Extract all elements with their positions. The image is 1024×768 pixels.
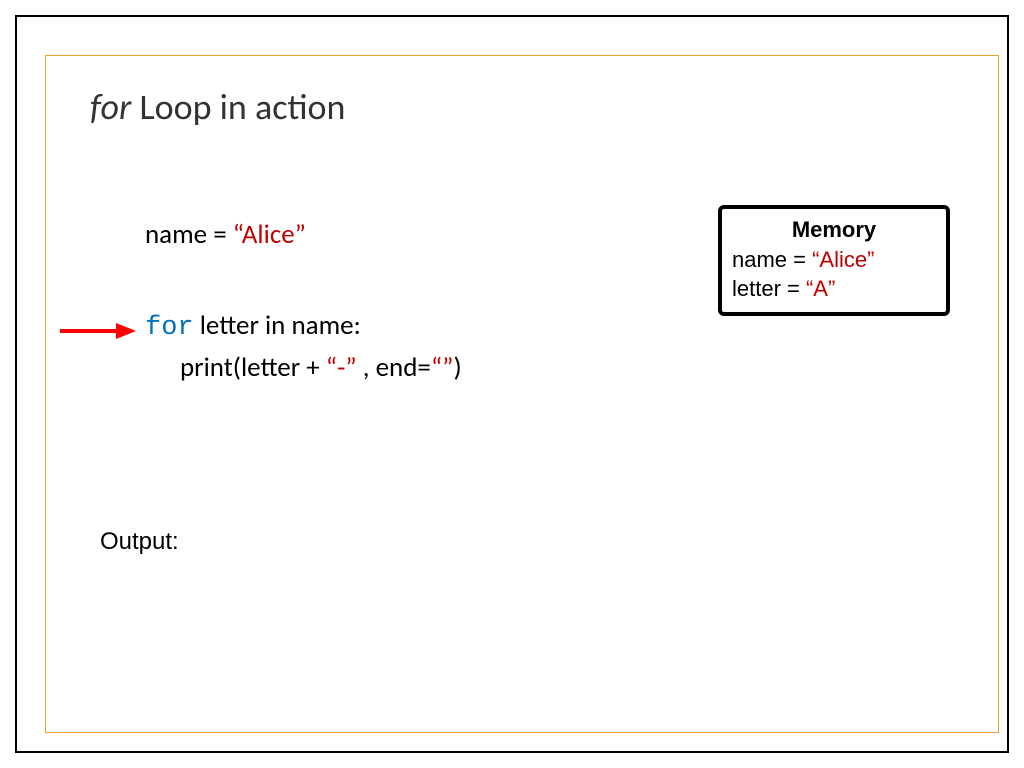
- code-block: name = “Alice” for letter in name: print…: [145, 215, 462, 389]
- memory-letter-key: letter =: [732, 276, 806, 301]
- code-string-dash: “-”: [326, 351, 357, 384]
- code-line-print: print(letter + “-” , end=“”): [145, 348, 462, 389]
- code-print-pre: print(letter +: [180, 351, 326, 384]
- memory-row-letter: letter = “A”: [732, 274, 936, 304]
- code-line-for: for letter in name:: [145, 306, 462, 349]
- memory-letter-val: “A”: [806, 276, 835, 301]
- memory-name-val: “Alice”: [812, 247, 874, 272]
- code-keyword-for: for: [145, 313, 194, 343]
- output-label: Output:: [100, 528, 179, 556]
- slide-title: for Loop in action: [90, 85, 345, 129]
- code-for-rest: letter in name:: [194, 309, 361, 342]
- code-name-equals: name =: [145, 218, 233, 251]
- title-rest: Loop in action: [131, 85, 345, 129]
- arrow-icon: [58, 321, 136, 341]
- code-string-alice: “Alice”: [233, 218, 306, 251]
- code-line-assign: name = “Alice”: [145, 215, 462, 256]
- inner-frame: [45, 55, 999, 733]
- memory-title: Memory: [732, 215, 936, 245]
- memory-panel: Memory name = “Alice” letter = “A”: [718, 205, 950, 316]
- code-print-post: ): [453, 351, 461, 384]
- code-string-empty: “”: [431, 351, 454, 384]
- memory-name-key: name =: [732, 247, 812, 272]
- code-print-mid: , end=: [357, 351, 431, 384]
- memory-row-name: name = “Alice”: [732, 245, 936, 275]
- title-italic-word: for: [90, 85, 131, 129]
